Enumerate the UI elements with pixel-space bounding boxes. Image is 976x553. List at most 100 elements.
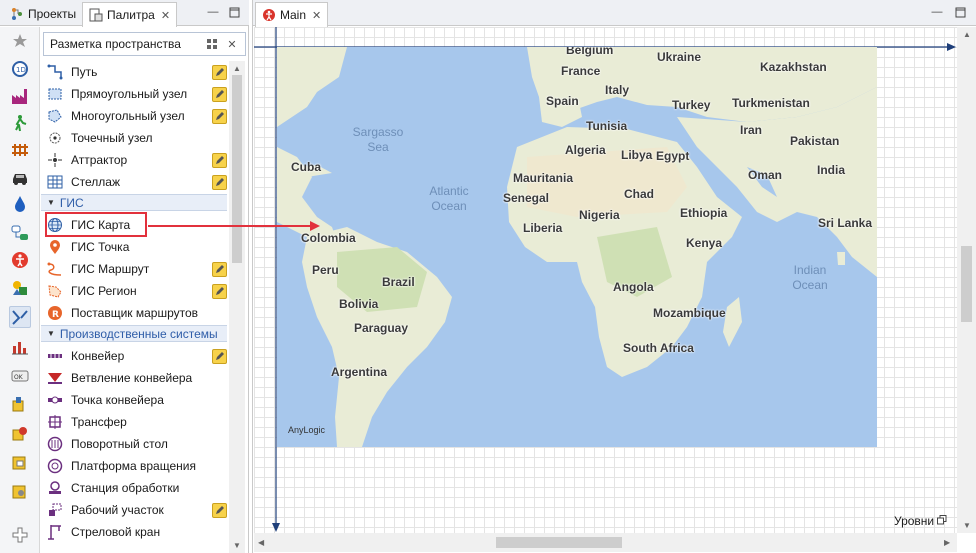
map-label: Spain bbox=[546, 94, 579, 108]
close-icon[interactable]: ✕ bbox=[161, 9, 170, 22]
palette-item-conveyor-branch[interactable]: Ветвление конвейера bbox=[47, 367, 227, 389]
analysis-icon[interactable] bbox=[9, 336, 31, 358]
star-icon[interactable] bbox=[9, 30, 31, 52]
map-label: Oman bbox=[748, 168, 783, 182]
pencil-icon[interactable] bbox=[212, 86, 227, 102]
agent-icon[interactable] bbox=[9, 249, 31, 271]
pencil-icon[interactable] bbox=[212, 64, 227, 80]
scroll-thumb[interactable] bbox=[496, 537, 622, 548]
palette-item-label: Прямоугольный узел bbox=[71, 87, 188, 101]
palette-item-rect-node[interactable]: Прямоугольный узел bbox=[47, 83, 227, 105]
conveyor-point-icon bbox=[47, 392, 63, 408]
close-icon[interactable]: ✕ bbox=[225, 37, 239, 51]
tab-main-label: Main bbox=[280, 8, 307, 22]
palette-item-rack[interactable]: Стеллаж bbox=[47, 171, 227, 193]
tab-projects[interactable]: Проекты bbox=[4, 2, 82, 26]
palette-item-route-provider[interactable]: R Поставщик маршрутов bbox=[47, 302, 227, 324]
palette-item-rotation-platform[interactable]: Платформа вращения bbox=[47, 455, 227, 477]
palette-item-label: Поворотный стол bbox=[71, 437, 168, 451]
map-label: Argentina bbox=[331, 365, 388, 379]
rail-icon[interactable] bbox=[9, 139, 31, 161]
map-label: Brazil bbox=[382, 275, 415, 289]
palette-item-label: Станция обработки bbox=[71, 481, 180, 495]
minimize-icon[interactable]: — bbox=[206, 5, 220, 19]
add-icon[interactable] bbox=[9, 524, 31, 546]
space-markup-icon[interactable] bbox=[9, 306, 31, 328]
pencil-icon[interactable] bbox=[212, 502, 227, 518]
map-label: Senegal bbox=[503, 191, 550, 205]
editor-vertical-scrollbar[interactable]: ▲ ▼ bbox=[957, 27, 976, 533]
editor-horizontal-scrollbar[interactable]: ◀ ▶ bbox=[254, 533, 957, 552]
palette-item-gis-route[interactable]: ГИС Маршрут bbox=[47, 258, 227, 280]
pencil-icon[interactable] bbox=[212, 261, 227, 277]
left-tabbar: Проекты Палитра ✕ — bbox=[0, 0, 249, 27]
connectivity-icon[interactable] bbox=[9, 393, 31, 415]
tab-palette-label: Палитра bbox=[107, 8, 155, 22]
library-2-icon[interactable] bbox=[9, 480, 31, 502]
close-icon[interactable]: ✕ bbox=[312, 9, 321, 22]
pedestrian-icon[interactable] bbox=[9, 112, 31, 134]
presentation-icon[interactable] bbox=[9, 277, 31, 299]
scroll-down-icon[interactable]: ▼ bbox=[229, 538, 245, 552]
section-gis[interactable]: ▼ ГИС bbox=[41, 194, 227, 211]
palette-item-conveyor[interactable]: Конвейер bbox=[47, 345, 227, 367]
palette-item-work-area[interactable]: Рабочий участок bbox=[47, 499, 227, 521]
library-icon[interactable] bbox=[9, 451, 31, 473]
agent-type-icon bbox=[262, 8, 276, 22]
map-label: Ethiopia bbox=[680, 206, 728, 220]
palette-item-station[interactable]: Станция обработки bbox=[47, 477, 227, 499]
tab-palette[interactable]: Палитра ✕ bbox=[82, 2, 178, 27]
palette-item-label: Путь bbox=[71, 65, 98, 79]
scroll-left-icon[interactable]: ◀ bbox=[258, 538, 264, 547]
section-production[interactable]: ▼ Производственные системы bbox=[41, 325, 227, 342]
graphical-editor-canvas[interactable]: Belgium Ukraine Kazakhstan France Italy … bbox=[254, 27, 957, 533]
process-modeling-icon[interactable]: 1D bbox=[9, 58, 31, 80]
maximize-icon[interactable] bbox=[953, 5, 967, 19]
palette-item-jib-crane[interactable]: Стреловой кран bbox=[47, 521, 227, 543]
pencil-icon[interactable] bbox=[212, 283, 227, 299]
conveyor-icon bbox=[47, 348, 63, 364]
palette-item-conveyor-point[interactable]: Точка конвейера bbox=[47, 389, 227, 411]
attractor-icon bbox=[47, 152, 63, 168]
tab-projects-label: Проекты bbox=[28, 7, 77, 21]
gis-map[interactable]: Belgium Ukraine Kazakhstan France Italy … bbox=[277, 47, 877, 447]
palette-item-attractor[interactable]: Аттрактор bbox=[47, 149, 227, 171]
scroll-right-icon[interactable]: ▶ bbox=[944, 538, 950, 547]
map-label: Colombia bbox=[301, 231, 356, 245]
map-label: Libya bbox=[621, 148, 653, 162]
statechart-icon[interactable] bbox=[9, 222, 31, 244]
tab-main[interactable]: Main ✕ bbox=[255, 2, 329, 27]
pencil-icon[interactable] bbox=[212, 174, 227, 190]
palette-item-transfer[interactable]: Трансфер bbox=[47, 411, 227, 433]
palette-scrollbar[interactable]: ▲ ▼ bbox=[229, 61, 245, 553]
palette-header: Разметка пространства ✕ bbox=[43, 32, 246, 56]
map-label: Bolivia bbox=[339, 297, 379, 311]
car-icon[interactable] bbox=[9, 166, 31, 188]
palette-item-gis-point[interactable]: ГИС Точка bbox=[47, 236, 227, 258]
scroll-down-icon[interactable]: ▼ bbox=[963, 521, 971, 530]
palette-item-point-node[interactable]: Точечный узел bbox=[47, 127, 227, 149]
fluid-icon[interactable] bbox=[9, 193, 31, 215]
controls-icon[interactable]: OK bbox=[9, 365, 31, 387]
palette-item-polygon-node[interactable]: Многоугольный узел bbox=[47, 105, 227, 127]
grid-view-icon[interactable] bbox=[205, 37, 219, 51]
pencil-icon[interactable] bbox=[212, 108, 227, 124]
polygon-node-icon bbox=[47, 108, 63, 124]
levels-button[interactable]: Уровни bbox=[894, 514, 947, 528]
levels-icon bbox=[937, 514, 947, 528]
pencil-icon[interactable] bbox=[212, 152, 227, 168]
map-label: Kenya bbox=[686, 236, 723, 250]
palette-item-path[interactable]: Путь bbox=[47, 61, 227, 83]
scroll-up-icon[interactable]: ▲ bbox=[229, 61, 245, 75]
scroll-thumb[interactable] bbox=[961, 246, 972, 322]
maximize-icon[interactable] bbox=[227, 5, 241, 19]
pencil-icon[interactable] bbox=[212, 348, 227, 364]
map-label: Turkey bbox=[672, 98, 711, 112]
pictures-icon[interactable] bbox=[9, 422, 31, 444]
palette-item-gis-region[interactable]: ГИС Регион bbox=[47, 280, 227, 302]
minimize-icon[interactable]: — bbox=[930, 5, 944, 19]
scroll-up-icon[interactable]: ▲ bbox=[963, 30, 971, 39]
scroll-thumb[interactable] bbox=[232, 75, 242, 263]
palette-item-turntable[interactable]: Поворотный стол bbox=[47, 433, 227, 455]
factory-icon[interactable] bbox=[9, 85, 31, 107]
